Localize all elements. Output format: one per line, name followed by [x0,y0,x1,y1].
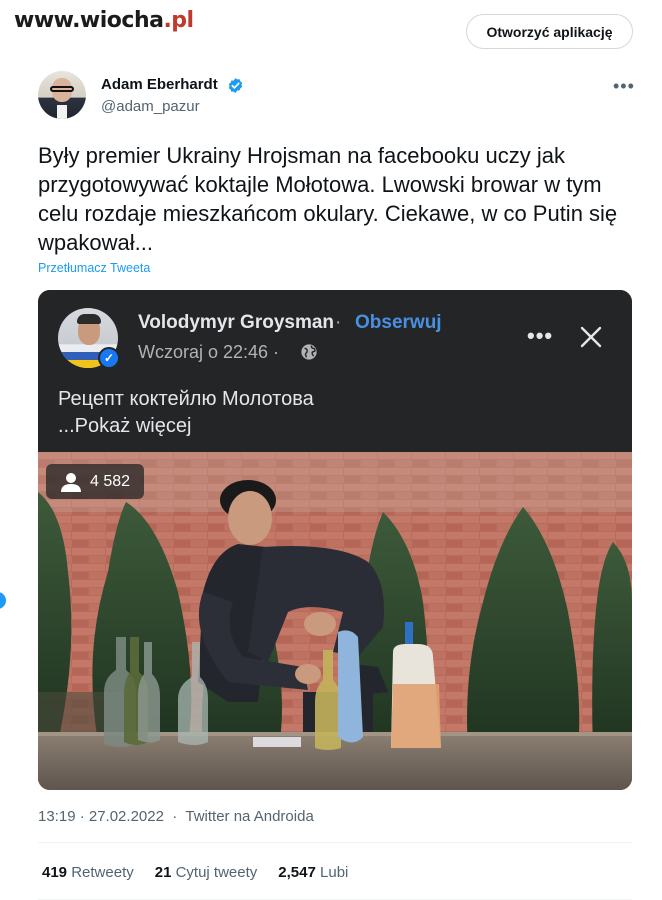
fb-verified-icon: ✓ [98,347,120,369]
video-frame[interactable]: 4 582 [38,452,632,790]
open-app-button[interactable]: Otworzyć aplikację [466,14,633,49]
quotes-label: Cytuj tweety [175,864,258,881]
author-name[interactable]: Adam Eberhardt [101,76,218,93]
fb-follow-button[interactable]: Obserwuj [355,312,442,334]
fb-post-text-line1: Рецепт коктейлю Молотова [58,388,314,410]
fb-separator: · [335,312,342,333]
meta-separator: · [168,808,182,825]
quotes-count: 21 [154,864,172,881]
close-icon[interactable] [579,325,603,349]
globe-icon [301,344,317,360]
fb-author-name[interactable]: Volodymyr Groysman [138,312,334,334]
fb-more-icon[interactable]: ••• [527,323,553,349]
top-bar: www.wiocha.pl Otworzyć aplikację [0,0,662,60]
embedded-media-card[interactable]: ✓ Volodymyr Groysman · Obserwuj Wczoraj … [38,290,632,790]
person-icon [61,472,81,492]
translate-link[interactable]: Przetłumacz Tweeta [38,261,150,275]
likes-label: Lubi [320,864,349,881]
divider [38,842,632,843]
more-icon[interactable]: ••• [613,76,635,97]
tweet-text: Były premier Ukrainy Hrojsman na faceboo… [38,143,618,255]
fb-post-date: Wczoraj o 22:46 · [138,342,280,362]
fb-post-text: Рецепт коктейлю Молотова ...Pokaż więcej [58,386,314,440]
author-handle[interactable]: @adam_pazur [101,98,200,115]
likes-count: 2,547 [278,864,316,881]
retweets-count: 419 [42,864,68,881]
watermark: www.wiocha.pl [14,8,194,33]
viewer-count: 4 582 [90,472,131,490]
fb-see-more-link[interactable]: ...Pokaż więcej [58,413,314,440]
tweet-source[interactable]: Twitter na Androida [185,808,313,825]
quotes-stat[interactable]: 21 Cytuj tweety [155,864,258,881]
retweets-stat[interactable]: 419 Retweety [42,864,134,881]
likes-stat[interactable]: 2,547 Lubi [278,864,348,881]
engagement-stats: 419 Retweety 21 Cytuj tweety 2,547 Lubi [42,864,348,881]
scroll-indicator[interactable] [0,592,6,609]
fb-post-header: ✓ Volodymyr Groysman · Obserwuj Wczoraj … [38,290,632,452]
viewer-count-badge: 4 582 [46,464,145,499]
tweet-timestamp[interactable]: 13:19 · 27.02.2022 [38,808,164,825]
video-still-image [38,452,632,790]
verified-badge-icon [228,78,243,93]
retweets-label: Retweety [71,864,134,881]
tweet-meta: 13:19 · 27.02.2022 · Twitter na Androida [38,808,314,825]
author-avatar[interactable] [38,71,86,119]
